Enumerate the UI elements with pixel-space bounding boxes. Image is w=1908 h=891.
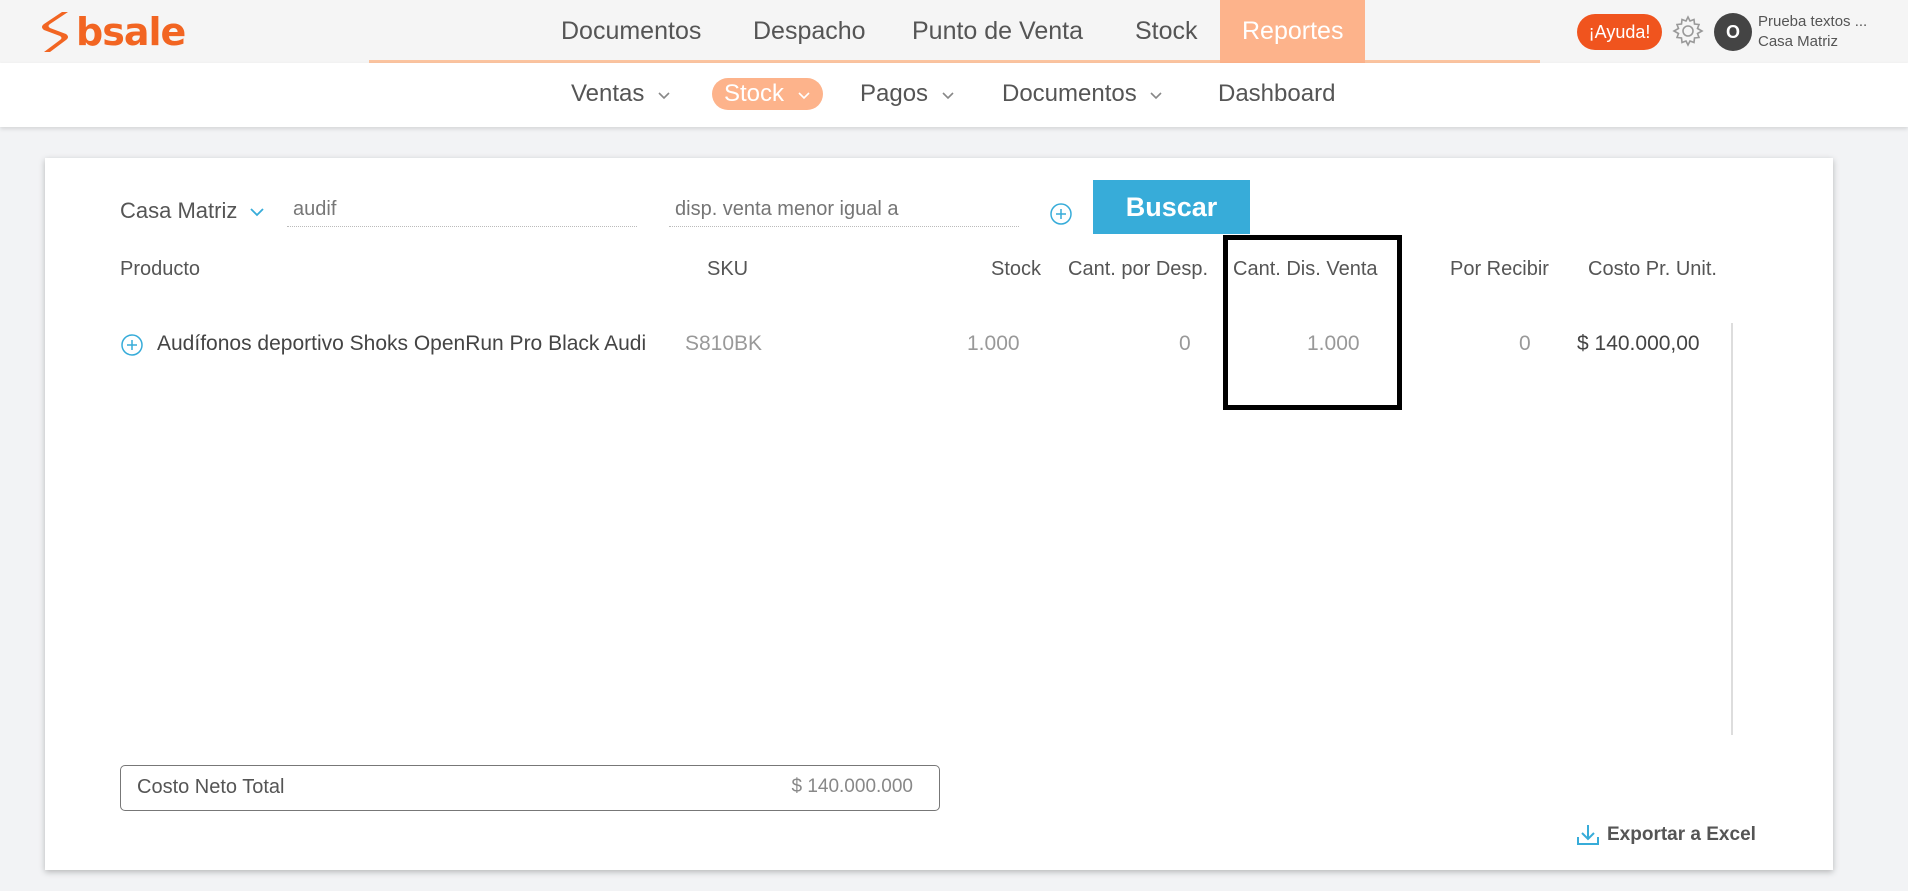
- sub-nav-ventas[interactable]: Ventas: [571, 78, 671, 110]
- main-nav-reportes[interactable]: Reportes: [1220, 0, 1366, 63]
- main-nav-documentos[interactable]: Documentos: [561, 0, 701, 63]
- stock-report-card: Casa Matriz Buscar Producto SKU Stock Ca…: [45, 158, 1833, 870]
- sub-nav-label: Dashboard: [1218, 80, 1336, 107]
- user-info[interactable]: Prueba textos ... Casa Matriz: [1758, 12, 1867, 52]
- help-button[interactable]: ¡Ayuda!: [1577, 14, 1662, 50]
- cell-sku: S810BK: [685, 332, 763, 355]
- main-nav-stock[interactable]: Stock: [1135, 0, 1198, 63]
- cell-cant-por-desp: 0: [1179, 332, 1191, 355]
- top-bar: bsale Documentos Despacho Punto de Venta…: [0, 0, 1908, 63]
- chevron-down-icon: [658, 92, 670, 99]
- chevron-down-icon: [798, 92, 810, 99]
- cell-por-recibir: 0: [1519, 332, 1531, 355]
- col-header-por-recibir[interactable]: Por Recibir: [1450, 258, 1549, 281]
- export-excel-button[interactable]: Exportar a Excel: [1575, 823, 1756, 847]
- sub-nav-documentos[interactable]: Documentos: [1002, 78, 1163, 110]
- download-icon: [1577, 825, 1599, 845]
- sub-nav-pagos[interactable]: Pagos: [860, 78, 955, 110]
- total-net-cost-label: Costo Neto Total: [137, 776, 285, 798]
- cell-stock: 1.000: [967, 332, 1020, 355]
- sub-nav-stock[interactable]: Stock: [712, 78, 823, 110]
- sub-nav-label: Stock: [724, 80, 785, 107]
- total-net-cost-box: Costo Neto Total $ 140.000.000: [120, 765, 940, 811]
- sub-nav-label: Ventas: [571, 80, 645, 107]
- col-header-stock[interactable]: Stock: [991, 258, 1041, 281]
- cell-cant-dis-venta: 1.000: [1307, 332, 1360, 355]
- chevron-down-icon: [250, 208, 265, 217]
- gear-icon[interactable]: [1671, 14, 1705, 48]
- main-nav-punto-de-venta[interactable]: Punto de Venta: [912, 0, 1083, 63]
- user-branch: Casa Matriz: [1758, 33, 1839, 50]
- total-net-cost-value: $ 140.000.000: [791, 776, 913, 797]
- chevron-down-icon: [1150, 92, 1162, 99]
- col-header-producto[interactable]: Producto: [120, 258, 200, 281]
- brand-logo[interactable]: bsale: [38, 10, 186, 54]
- cell-costo-unit: $ 140.000,00: [1577, 332, 1700, 355]
- highlight-box: [1223, 235, 1402, 410]
- sub-nav-label: Pagos: [860, 80, 929, 107]
- search-button[interactable]: Buscar: [1093, 180, 1250, 234]
- user-name: Prueba textos ...: [1758, 13, 1868, 30]
- sub-nav-dashboard[interactable]: Dashboard: [1218, 78, 1335, 110]
- export-excel-label: Exportar a Excel: [1607, 824, 1756, 845]
- sub-nav-label: Documentos: [1002, 80, 1137, 107]
- scrollbar-track[interactable]: [1731, 323, 1733, 735]
- main-nav-despacho[interactable]: Despacho: [753, 0, 866, 63]
- brand-name: bsale: [76, 10, 186, 54]
- disp-venta-filter-input[interactable]: [669, 193, 1019, 227]
- sub-nav: Ventas Stock Pagos Documentos Dashboard: [0, 63, 1908, 127]
- product-search-input[interactable]: [287, 193, 637, 227]
- main-nav: Documentos Despacho Punto de Venta Stock…: [369, 0, 1540, 63]
- bsale-logo-icon: [42, 12, 68, 52]
- branch-select[interactable]: Casa Matriz: [120, 198, 265, 224]
- col-header-sku[interactable]: SKU: [707, 258, 748, 281]
- avatar[interactable]: O: [1714, 13, 1752, 51]
- chevron-down-icon: [942, 92, 954, 99]
- col-header-costo-unit[interactable]: Costo Pr. Unit.: [1588, 258, 1717, 281]
- col-header-cant-por-desp[interactable]: Cant. por Desp.: [1068, 258, 1208, 281]
- add-filter-icon[interactable]: [1049, 202, 1073, 226]
- branch-select-value: Casa Matriz: [120, 198, 238, 223]
- cell-product[interactable]: Audífonos deportivo Shoks OpenRun Pro Bl…: [157, 332, 727, 356]
- expand-row-icon[interactable]: [120, 333, 144, 357]
